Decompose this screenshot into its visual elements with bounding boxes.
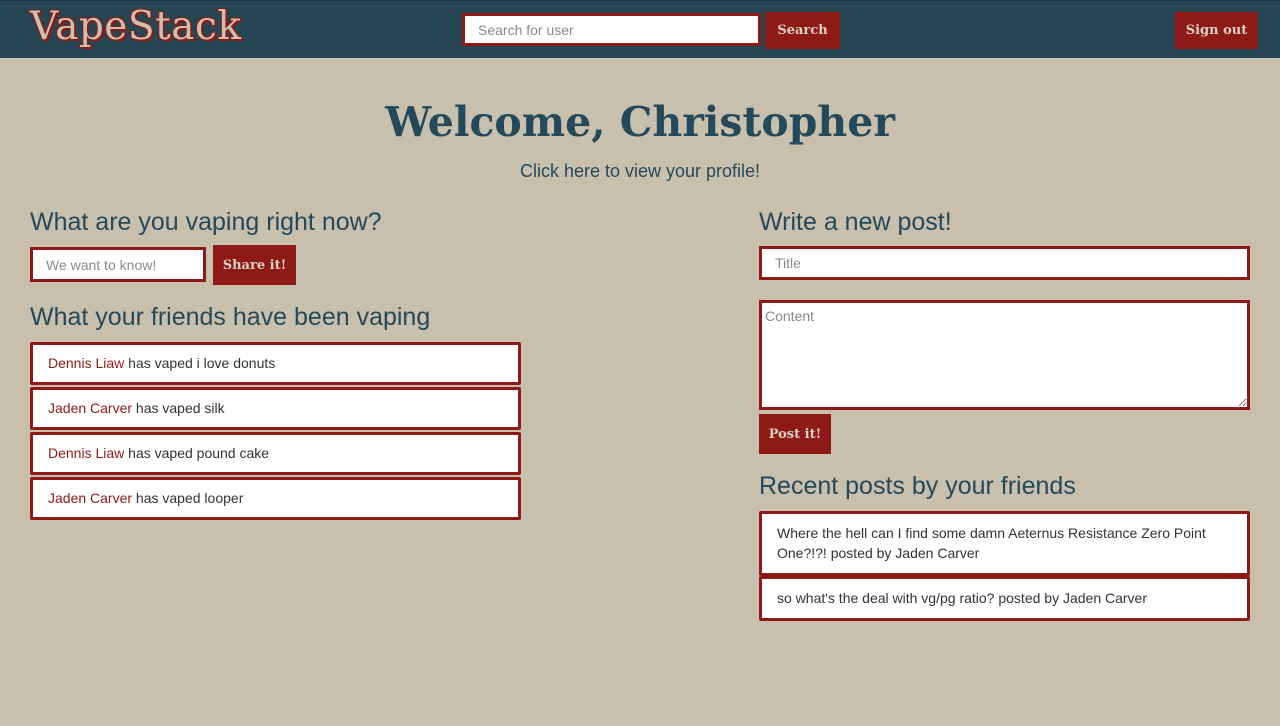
brand-logo[interactable]: VapeStack (30, 4, 242, 50)
search-user-input[interactable] (462, 13, 761, 46)
post-title-input[interactable] (759, 246, 1250, 280)
vaping-now-heading: What are you vaping right now? (30, 208, 382, 236)
friend-link[interactable]: Dennis Liaw (48, 445, 124, 461)
welcome-heading: Welcome, Christopher (385, 98, 895, 146)
friend-link[interactable]: Dennis Liaw (48, 355, 124, 371)
friends-vaping-heading: What your friends have been vaping (30, 303, 431, 331)
new-post-heading: Write a new post! (759, 208, 952, 236)
view-profile-link[interactable]: Click here to view your profile! (0, 159, 1280, 183)
friend-link[interactable]: Jaden Carver (48, 490, 132, 506)
share-it-button[interactable]: Share it! (213, 245, 296, 285)
recent-posts-heading: Recent posts by your friends (759, 472, 1076, 500)
vaping-now-input[interactable] (30, 247, 206, 282)
post-item[interactable]: so what's the deal with vg/pg ratio? pos… (759, 576, 1250, 621)
list-item: Jaden Carver has vaped looper (30, 477, 521, 520)
vape-text: has vaped i love donuts (124, 355, 276, 371)
vape-text: has vaped pound cake (124, 445, 270, 461)
post-it-button[interactable]: Post it! (759, 414, 831, 454)
post-text: Where the hell can I find some damn Aete… (777, 525, 1206, 561)
list-item: Dennis Liaw has vaped i love donuts (30, 342, 521, 385)
post-item[interactable]: Where the hell can I find some damn Aete… (759, 511, 1250, 576)
list-item: Jaden Carver has vaped silk (30, 387, 521, 430)
search-button[interactable]: Search (765, 12, 840, 49)
vape-text: has vaped looper (132, 490, 244, 506)
post-text: so what's the deal with vg/pg ratio? pos… (777, 590, 1147, 606)
vape-text: has vaped silk (132, 400, 225, 416)
sign-out-button[interactable]: Sign out (1175, 12, 1258, 49)
post-content-textarea[interactable] (759, 300, 1250, 410)
navbar: VapeStack Search Sign out (0, 0, 1280, 58)
friend-link[interactable]: Jaden Carver (48, 400, 132, 416)
list-item: Dennis Liaw has vaped pound cake (30, 432, 521, 475)
